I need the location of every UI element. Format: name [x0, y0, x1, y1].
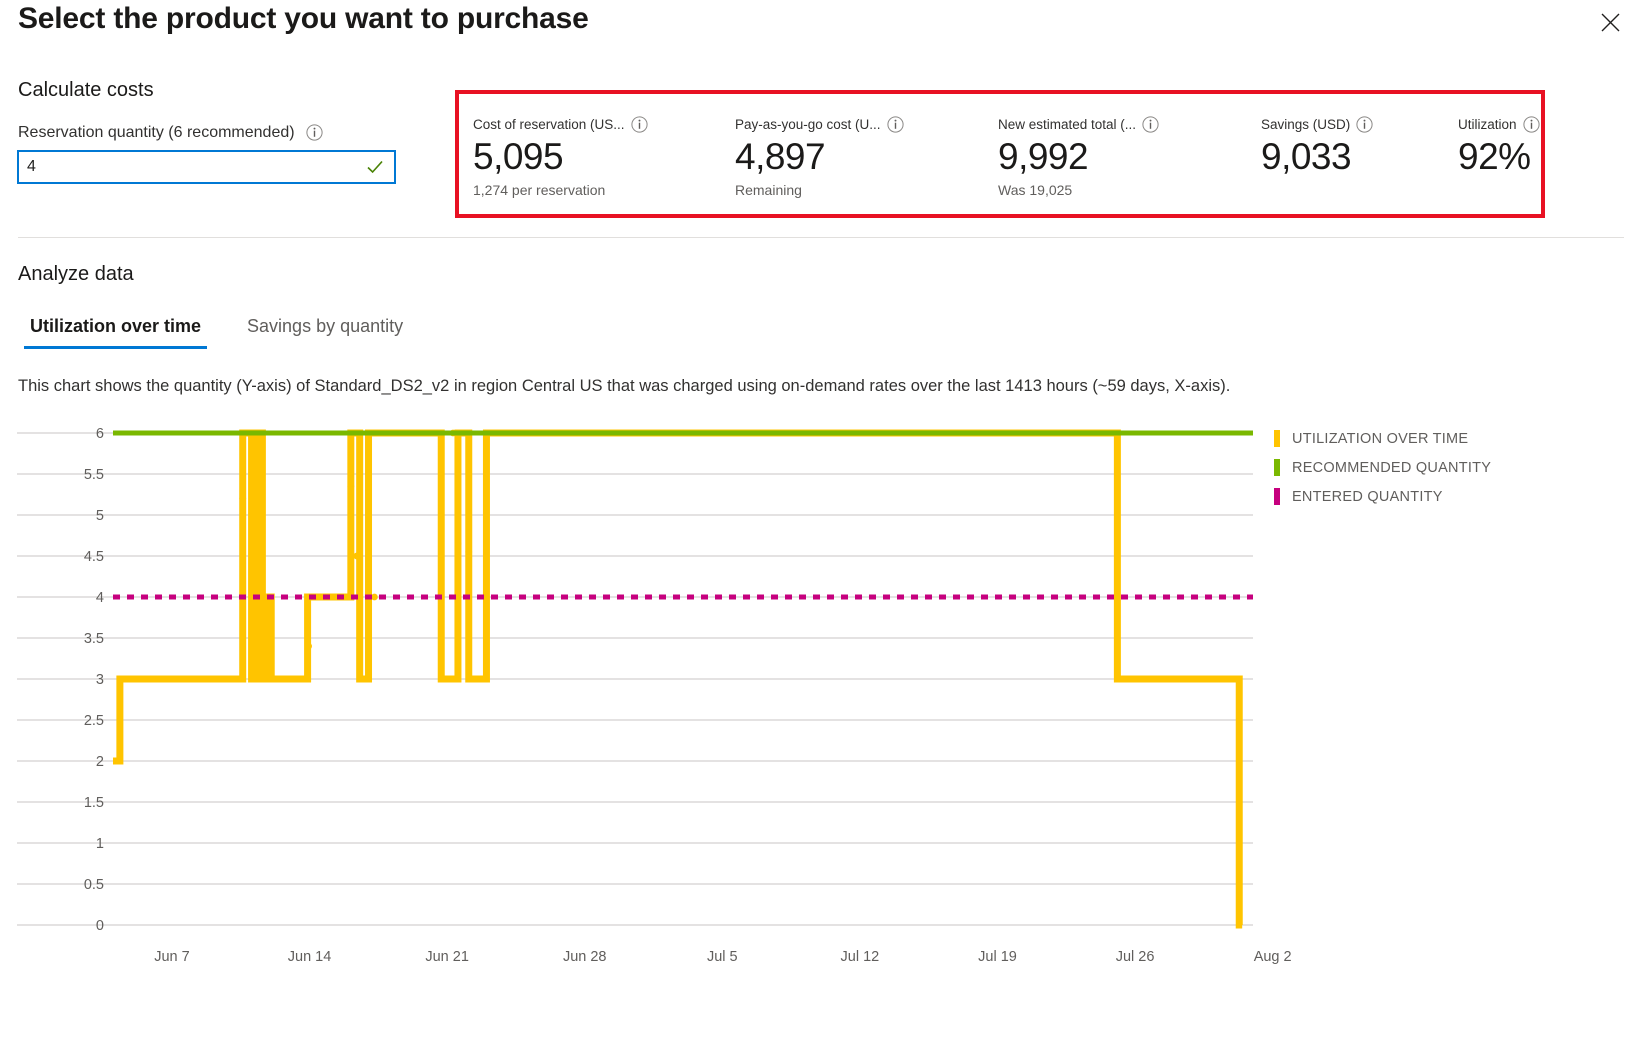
metric-value: 92%	[1458, 135, 1548, 179]
info-icon[interactable]	[631, 116, 648, 133]
metrics-row: Cost of reservation (US... 5,095 1,274 p…	[459, 94, 1541, 214]
chart-data-point	[1171, 676, 1178, 683]
info-icon[interactable]	[1142, 116, 1159, 133]
metric-header: New estimated total (...	[998, 116, 1251, 133]
reservation-quantity-input[interactable]	[19, 158, 366, 176]
tab-savings-by-quantity[interactable]: Savings by quantity	[241, 315, 409, 349]
y-axis-tick-label: 4	[96, 590, 104, 606]
metric-label: Pay-as-you-go cost (U...	[735, 117, 881, 133]
metric-subtext: Was 19,025	[998, 182, 1251, 198]
y-axis-tick-label: 4.5	[84, 549, 104, 565]
chart-data-point	[264, 602, 271, 609]
x-axis-tick-label: Jun 14	[288, 949, 332, 965]
metric-utilization: Utilization 92%	[1458, 116, 1558, 214]
y-axis-tick-label: 5.5	[84, 467, 104, 483]
y-axis-tick-label: 3	[96, 672, 104, 688]
metric-value: 9,992	[998, 135, 1251, 179]
chart-data-point	[455, 540, 462, 547]
x-axis-tick-label: Jun 28	[563, 949, 607, 965]
x-axis-tick-label: Jul 12	[841, 949, 880, 965]
legend-item-entered-quantity[interactable]: ENTERED QUANTITY	[1274, 482, 1614, 511]
metric-label: Cost of reservation (US...	[473, 117, 625, 133]
metric-value: 4,897	[735, 135, 988, 179]
y-axis-tick-label: 6	[96, 426, 104, 442]
calculate-costs-heading: Calculate costs	[18, 79, 154, 102]
chart-legend: UTILIZATION OVER TIME RECOMMENDED QUANTI…	[1274, 424, 1614, 511]
chart-data-point	[465, 549, 472, 556]
x-axis-tick-label: Jun 21	[425, 949, 469, 965]
utilization-chart: 6 5.5 5 4.5 4 3.5 3 2.5 2 1.5 1 0.5 0 Jun 7 Jun 14 Jun …	[0, 412, 1642, 1012]
info-icon[interactable]	[887, 116, 904, 133]
chart-data-point	[347, 483, 354, 490]
reservation-quantity-label-text: Reservation quantity (6 recommended)	[18, 124, 295, 141]
chart-data-point	[365, 487, 372, 494]
close-icon	[1601, 13, 1620, 32]
chart-data-point	[239, 495, 246, 502]
metric-pay-as-you-go-cost: Pay-as-you-go cost (U... 4,897 Remaining	[735, 116, 998, 214]
legend-label: RECOMMENDED QUANTITY	[1292, 460, 1491, 476]
x-axis-tick-label: Jul 26	[1116, 949, 1155, 965]
metric-header: Cost of reservation (US...	[473, 116, 725, 133]
y-axis-tick-label: 0	[96, 918, 104, 934]
metric-subtext: 1,274 per reservation	[473, 182, 725, 198]
metric-value: 5,095	[473, 135, 725, 179]
legend-label: ENTERED QUANTITY	[1292, 489, 1443, 505]
metric-label: New estimated total (...	[998, 117, 1136, 133]
chart-data-point	[371, 594, 378, 601]
chart-data-point	[116, 676, 123, 683]
y-axis-tick-label: 3.5	[84, 631, 104, 647]
metric-label: Utilization	[1458, 117, 1517, 133]
chart-data-point	[259, 626, 266, 633]
x-axis-tick-label: Jul 19	[978, 949, 1017, 965]
chart-data-point	[353, 553, 360, 560]
metric-header: Pay-as-you-go cost (U...	[735, 116, 988, 133]
metric-label: Savings (USD)	[1261, 117, 1350, 133]
y-axis-tick-label: 2	[96, 754, 104, 770]
legend-swatch-recommended	[1274, 459, 1280, 476]
info-icon[interactable]	[1356, 116, 1373, 133]
chart-data-point	[267, 659, 274, 666]
checkmark-icon	[366, 158, 384, 176]
chart-data-point	[305, 643, 312, 650]
page-title: Select the product you want to purchase	[18, 2, 589, 36]
info-icon[interactable]	[1523, 116, 1540, 133]
cost-metrics-panel: Cost of reservation (US... 5,095 1,274 p…	[455, 90, 1545, 218]
legend-label: UTILIZATION OVER TIME	[1292, 431, 1468, 447]
metric-cost-of-reservation: Cost of reservation (US... 5,095 1,274 p…	[473, 116, 735, 214]
metric-header: Utilization	[1458, 116, 1548, 133]
metric-savings: Savings (USD) 9,033	[1261, 116, 1458, 214]
x-axis-tick-label: Aug 2	[1254, 949, 1292, 965]
chart-data-point	[208, 676, 215, 683]
chart-description: This chart shows the quantity (Y-axis) o…	[18, 377, 1230, 396]
analyze-tabs: Utilization over time Savings by quantit…	[24, 315, 409, 349]
analyze-data-heading: Analyze data	[18, 263, 134, 286]
y-axis-tick-label: 0.5	[84, 877, 104, 893]
chart-data-point	[1220, 676, 1227, 683]
tab-utilization-over-time[interactable]: Utilization over time	[24, 315, 207, 349]
metric-subtext: Remaining	[735, 182, 988, 198]
y-axis-tick-label: 2.5	[84, 713, 104, 729]
legend-swatch-entered	[1274, 488, 1280, 505]
y-axis-tick-label: 5	[96, 508, 104, 524]
legend-swatch-utilization	[1274, 430, 1280, 447]
chart-data-point	[149, 676, 156, 683]
metric-value: 9,033	[1261, 135, 1448, 179]
y-axis-tick-label: 1.5	[84, 795, 104, 811]
legend-item-utilization-over-time[interactable]: UTILIZATION OVER TIME	[1274, 424, 1614, 453]
chart-data-point	[251, 647, 258, 654]
info-icon[interactable]	[306, 124, 323, 141]
x-axis-tick-label: Jul 5	[707, 949, 738, 965]
reservation-quantity-input-wrapper[interactable]	[17, 150, 396, 184]
close-button[interactable]	[1592, 4, 1628, 40]
y-axis-tick-label: 1	[96, 836, 104, 852]
legend-item-recommended-quantity[interactable]: RECOMMENDED QUANTITY	[1274, 453, 1614, 482]
x-axis-tick-label: Jun 7	[154, 949, 189, 965]
section-divider	[18, 237, 1624, 238]
metric-header: Savings (USD)	[1261, 116, 1448, 133]
reservation-quantity-label: Reservation quantity (6 recommended)	[18, 124, 323, 142]
metric-new-estimated-total: New estimated total (... 9,992 Was 19,02…	[998, 116, 1261, 214]
